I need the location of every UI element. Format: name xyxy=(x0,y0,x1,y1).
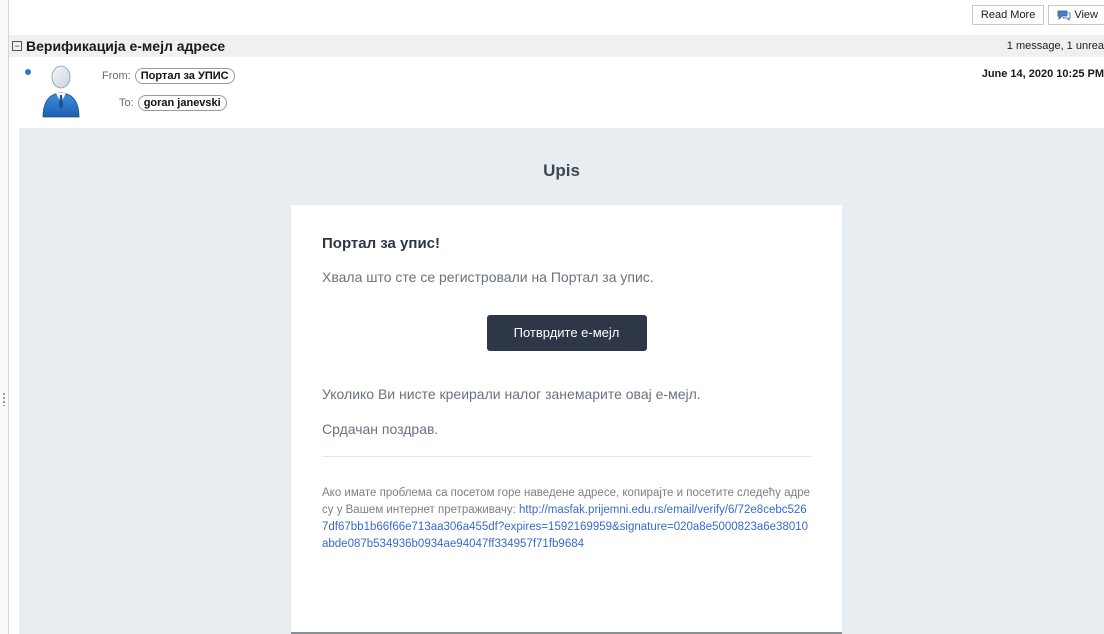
email-help-paragraph: Ако имате проблема са посетом горе навед… xyxy=(322,485,811,553)
user-avatar-icon xyxy=(42,65,80,118)
view-button[interactable]: View xyxy=(1048,5,1104,25)
read-more-label: Read More xyxy=(980,9,1036,21)
email-intro: Хвала што сте се регистровали на Портал … xyxy=(322,269,654,285)
divider xyxy=(322,456,811,457)
speech-bubble-icon xyxy=(1057,10,1071,21)
splitter-grip-icon[interactable] xyxy=(2,392,6,406)
view-label: View xyxy=(1074,9,1098,21)
email-ignore-text: Уколико Ви нисте креирали налог занемари… xyxy=(322,386,701,402)
email-regards: Срдачан поздрав. xyxy=(322,421,439,437)
message-date: June 14, 2020 10:25 PM xyxy=(981,68,1104,80)
to-label: To: xyxy=(119,97,134,109)
email-heading: Портал за упис! xyxy=(322,235,441,252)
email-brand[interactable]: Upis xyxy=(19,161,1104,181)
thread-header: − Верификација е-мејл адресе 1 message, … xyxy=(9,35,1104,57)
message-header: From: Портал за УПИС To: goran janevski … xyxy=(9,57,1104,119)
thread-message-count: 1 message, 1 unrea xyxy=(1006,40,1104,52)
verify-email-button[interactable]: Потврдите е-мејл xyxy=(486,315,647,351)
unread-dot-icon[interactable] xyxy=(25,69,31,75)
email-body: Upis Портал за упис! Хвала што сте се ре… xyxy=(19,128,1104,634)
minus-box-icon[interactable]: − xyxy=(12,41,22,51)
thread-title: Верификација е-мејл адресе xyxy=(26,38,226,54)
from-label: From: xyxy=(102,70,131,82)
sender-chip[interactable]: Портал за УПИС xyxy=(134,68,235,84)
splitter-rail[interactable] xyxy=(0,0,9,634)
read-more-button[interactable]: Read More xyxy=(971,5,1045,25)
recipient-chip[interactable]: goran janevski xyxy=(137,95,227,111)
message-toolbar: Read More View xyxy=(971,4,1104,26)
email-card: Портал за упис! Хвала што сте се регистр… xyxy=(291,205,842,634)
